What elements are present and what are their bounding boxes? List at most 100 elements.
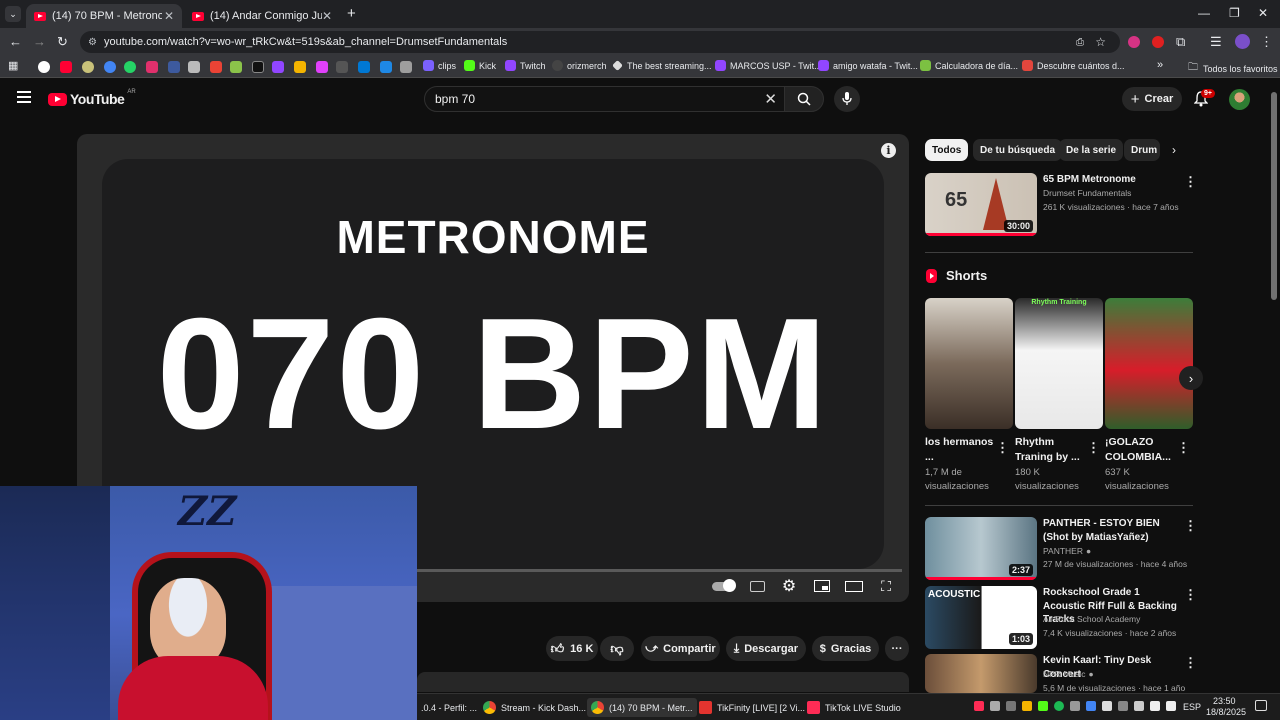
volume-icon[interactable] bbox=[1166, 701, 1176, 711]
tray-app-icon[interactable] bbox=[1102, 701, 1112, 711]
video-title[interactable]: PANTHER - ESTOY BIEN (Shot by MatiasYañe… bbox=[1043, 517, 1177, 544]
close-window-icon[interactable]: ✕ bbox=[1258, 6, 1268, 20]
chip-drum[interactable]: Drum bbox=[1124, 139, 1160, 161]
reload-icon[interactable]: ↻ bbox=[57, 34, 68, 50]
short-title[interactable]: los hermanos ... bbox=[925, 435, 995, 465]
new-tab-button[interactable]: + bbox=[347, 5, 356, 22]
tab-close-icon[interactable]: ✕ bbox=[322, 9, 332, 23]
video-channel[interactable]: PANTHER ● bbox=[1043, 545, 1091, 559]
whatsapp-bookmark-icon[interactable] bbox=[124, 61, 136, 73]
tray-app-icon[interactable] bbox=[1086, 701, 1096, 711]
clock-time[interactable]: 23:50 bbox=[1213, 696, 1236, 706]
bookmark-icon[interactable] bbox=[82, 61, 94, 73]
bookmark-marcos[interactable]: MARCOS USP - Twit... bbox=[715, 60, 822, 71]
like-button[interactable]: 👍︎ 16 K bbox=[546, 636, 598, 661]
tray-app-icon[interactable] bbox=[1006, 701, 1016, 711]
voice-search-button[interactable] bbox=[834, 86, 860, 112]
video-channel[interactable]: Drumset Fundamentals bbox=[1043, 187, 1131, 201]
taskbar-item[interactable]: TikFinity [LIVE] [2 Vi... bbox=[695, 698, 809, 717]
autoplay-toggle[interactable] bbox=[711, 577, 736, 595]
extension-icon[interactable] bbox=[1152, 36, 1164, 48]
minimize-icon[interactable]: — bbox=[1198, 6, 1210, 20]
tray-app-icon[interactable] bbox=[1022, 701, 1032, 711]
download-button[interactable]: ⤓ Descargar bbox=[726, 636, 806, 661]
bookmark-descubre[interactable]: Descubre cuántos d... bbox=[1022, 60, 1125, 71]
bookmark-streaming[interactable]: The best streaming... bbox=[612, 60, 712, 71]
fullscreen-icon[interactable]: ⛶ bbox=[877, 577, 895, 595]
short-thumbnail[interactable] bbox=[925, 298, 1013, 429]
bookmark-kick[interactable]: Kick bbox=[464, 60, 496, 71]
tray-app-icon[interactable] bbox=[1118, 701, 1128, 711]
search-button[interactable] bbox=[784, 86, 824, 112]
instagram-bookmark-icon[interactable] bbox=[146, 61, 158, 73]
subtitles-icon[interactable] bbox=[748, 577, 766, 595]
tray-app-icon[interactable] bbox=[990, 701, 1000, 711]
video-menu-icon[interactable]: ⋮ bbox=[1184, 518, 1197, 534]
tray-app-icon[interactable] bbox=[1038, 701, 1048, 711]
progress-bar[interactable] bbox=[417, 569, 902, 572]
clock-date[interactable]: 18/8/2025 bbox=[1206, 707, 1246, 717]
extensions-puzzle-icon[interactable]: ⧉ bbox=[1176, 34, 1185, 50]
video-channel[interactable]: NPR Music ● bbox=[1043, 668, 1094, 682]
bookmark-icon[interactable] bbox=[188, 61, 200, 73]
chip-de-la-serie[interactable]: De la serie bbox=[1059, 139, 1124, 161]
short-title[interactable]: ¡GOLAZO COLOMBIA... bbox=[1105, 435, 1175, 465]
browser-tab[interactable]: (14) Andar Conmigo Julieta Ven ✕ bbox=[184, 4, 340, 28]
video-thumbnail[interactable]: 2:37 bbox=[925, 517, 1037, 580]
bookmark-icon[interactable] bbox=[380, 61, 392, 73]
short-thumbnail[interactable] bbox=[1105, 298, 1193, 429]
video-title[interactable]: 65 BPM Metronome bbox=[1043, 173, 1179, 187]
tray-spotify-icon[interactable] bbox=[1054, 701, 1064, 711]
chip-todos[interactable]: Todos bbox=[925, 139, 969, 161]
bookmark-icon[interactable] bbox=[104, 61, 116, 73]
youtube-bookmark-icon[interactable] bbox=[60, 61, 72, 73]
notification-center-icon[interactable] bbox=[1255, 700, 1267, 711]
site-info-icon[interactable]: ⚙ bbox=[88, 37, 97, 48]
outlook-bookmark-icon[interactable] bbox=[358, 61, 370, 73]
short-menu-icon[interactable]: ⋮ bbox=[1087, 440, 1100, 456]
short-menu-icon[interactable]: ⋮ bbox=[996, 440, 1009, 456]
settings-gear-icon[interactable]: ⚙ bbox=[780, 577, 798, 595]
bookmark-icon[interactable] bbox=[294, 61, 306, 73]
bookmark-icon[interactable] bbox=[400, 61, 412, 73]
video-channel[interactable]: AJ Rock School Academy bbox=[1043, 613, 1140, 627]
bookmark-icon[interactable] bbox=[272, 61, 284, 73]
video-menu-icon[interactable]: ⋮ bbox=[1184, 587, 1197, 603]
back-icon[interactable]: ← bbox=[9, 34, 22, 49]
bookmark-clips[interactable]: clips bbox=[423, 60, 456, 71]
bookmark-amigo[interactable]: amigo watafa - Twit... bbox=[818, 60, 918, 71]
video-thumbnail[interactable] bbox=[925, 654, 1037, 693]
create-button[interactable]: + Crear bbox=[1122, 87, 1182, 111]
browser-menu-icon[interactable]: ⋮ bbox=[1260, 34, 1273, 50]
shorts-next-button[interactable]: › bbox=[1179, 366, 1203, 390]
restore-icon[interactable]: ❐ bbox=[1229, 6, 1240, 20]
network-icon[interactable] bbox=[1150, 701, 1160, 711]
bookmark-star-icon[interactable]: ☆ bbox=[1095, 35, 1106, 49]
bookmark-calculadora[interactable]: Calculadora de día... bbox=[920, 60, 1018, 71]
chips-next-icon[interactable]: › bbox=[1172, 143, 1176, 157]
install-app-icon[interactable]: ⎙ bbox=[1076, 37, 1084, 48]
page-scrollbar[interactable] bbox=[1271, 92, 1277, 300]
share-button[interactable]: ⤻ Compartir bbox=[641, 636, 720, 661]
video-thumbnail[interactable]: ACOUSTIC 1:03 bbox=[925, 586, 1037, 649]
tab-search-button[interactable]: ⌄ bbox=[5, 6, 21, 22]
apps-grid-icon[interactable]: ▦ bbox=[8, 59, 18, 72]
all-bookmarks-folder[interactable]: 🗀 Todos los favoritos bbox=[1188, 60, 1278, 77]
short-title[interactable]: Rhythm Traning by ... bbox=[1015, 435, 1085, 465]
tiktok-bookmark-icon[interactable] bbox=[252, 61, 264, 73]
video-menu-icon[interactable]: ⋮ bbox=[1184, 655, 1197, 671]
short-menu-icon[interactable]: ⋮ bbox=[1177, 440, 1190, 456]
thanks-button[interactable]: $ Gracias bbox=[812, 636, 879, 661]
clear-search-icon[interactable]: ✕ bbox=[764, 90, 777, 108]
search-input[interactable]: bpm 70 ✕ bbox=[424, 86, 788, 112]
profile-avatar[interactable] bbox=[1235, 34, 1250, 49]
taskbar-item[interactable]: TikTok LIVE Studio bbox=[803, 698, 905, 717]
address-bar[interactable]: ⚙ youtube.com/watch?v=wo-wr_tRkCw&t=519s… bbox=[80, 31, 1120, 53]
browser-tab-active[interactable]: (14) 70 BPM - Metronome - Yo ✕ bbox=[26, 4, 182, 28]
bookmark-icon[interactable] bbox=[336, 61, 348, 73]
bookmark-icon[interactable] bbox=[316, 61, 328, 73]
more-actions-button[interactable]: ··· bbox=[885, 636, 909, 661]
bookmark-twitch[interactable]: Twitch bbox=[505, 60, 546, 71]
video-thumbnail[interactable]: 65 30:00 bbox=[925, 173, 1037, 236]
taskbar-item-active[interactable]: (14) 70 BPM - Metr... bbox=[587, 698, 697, 717]
